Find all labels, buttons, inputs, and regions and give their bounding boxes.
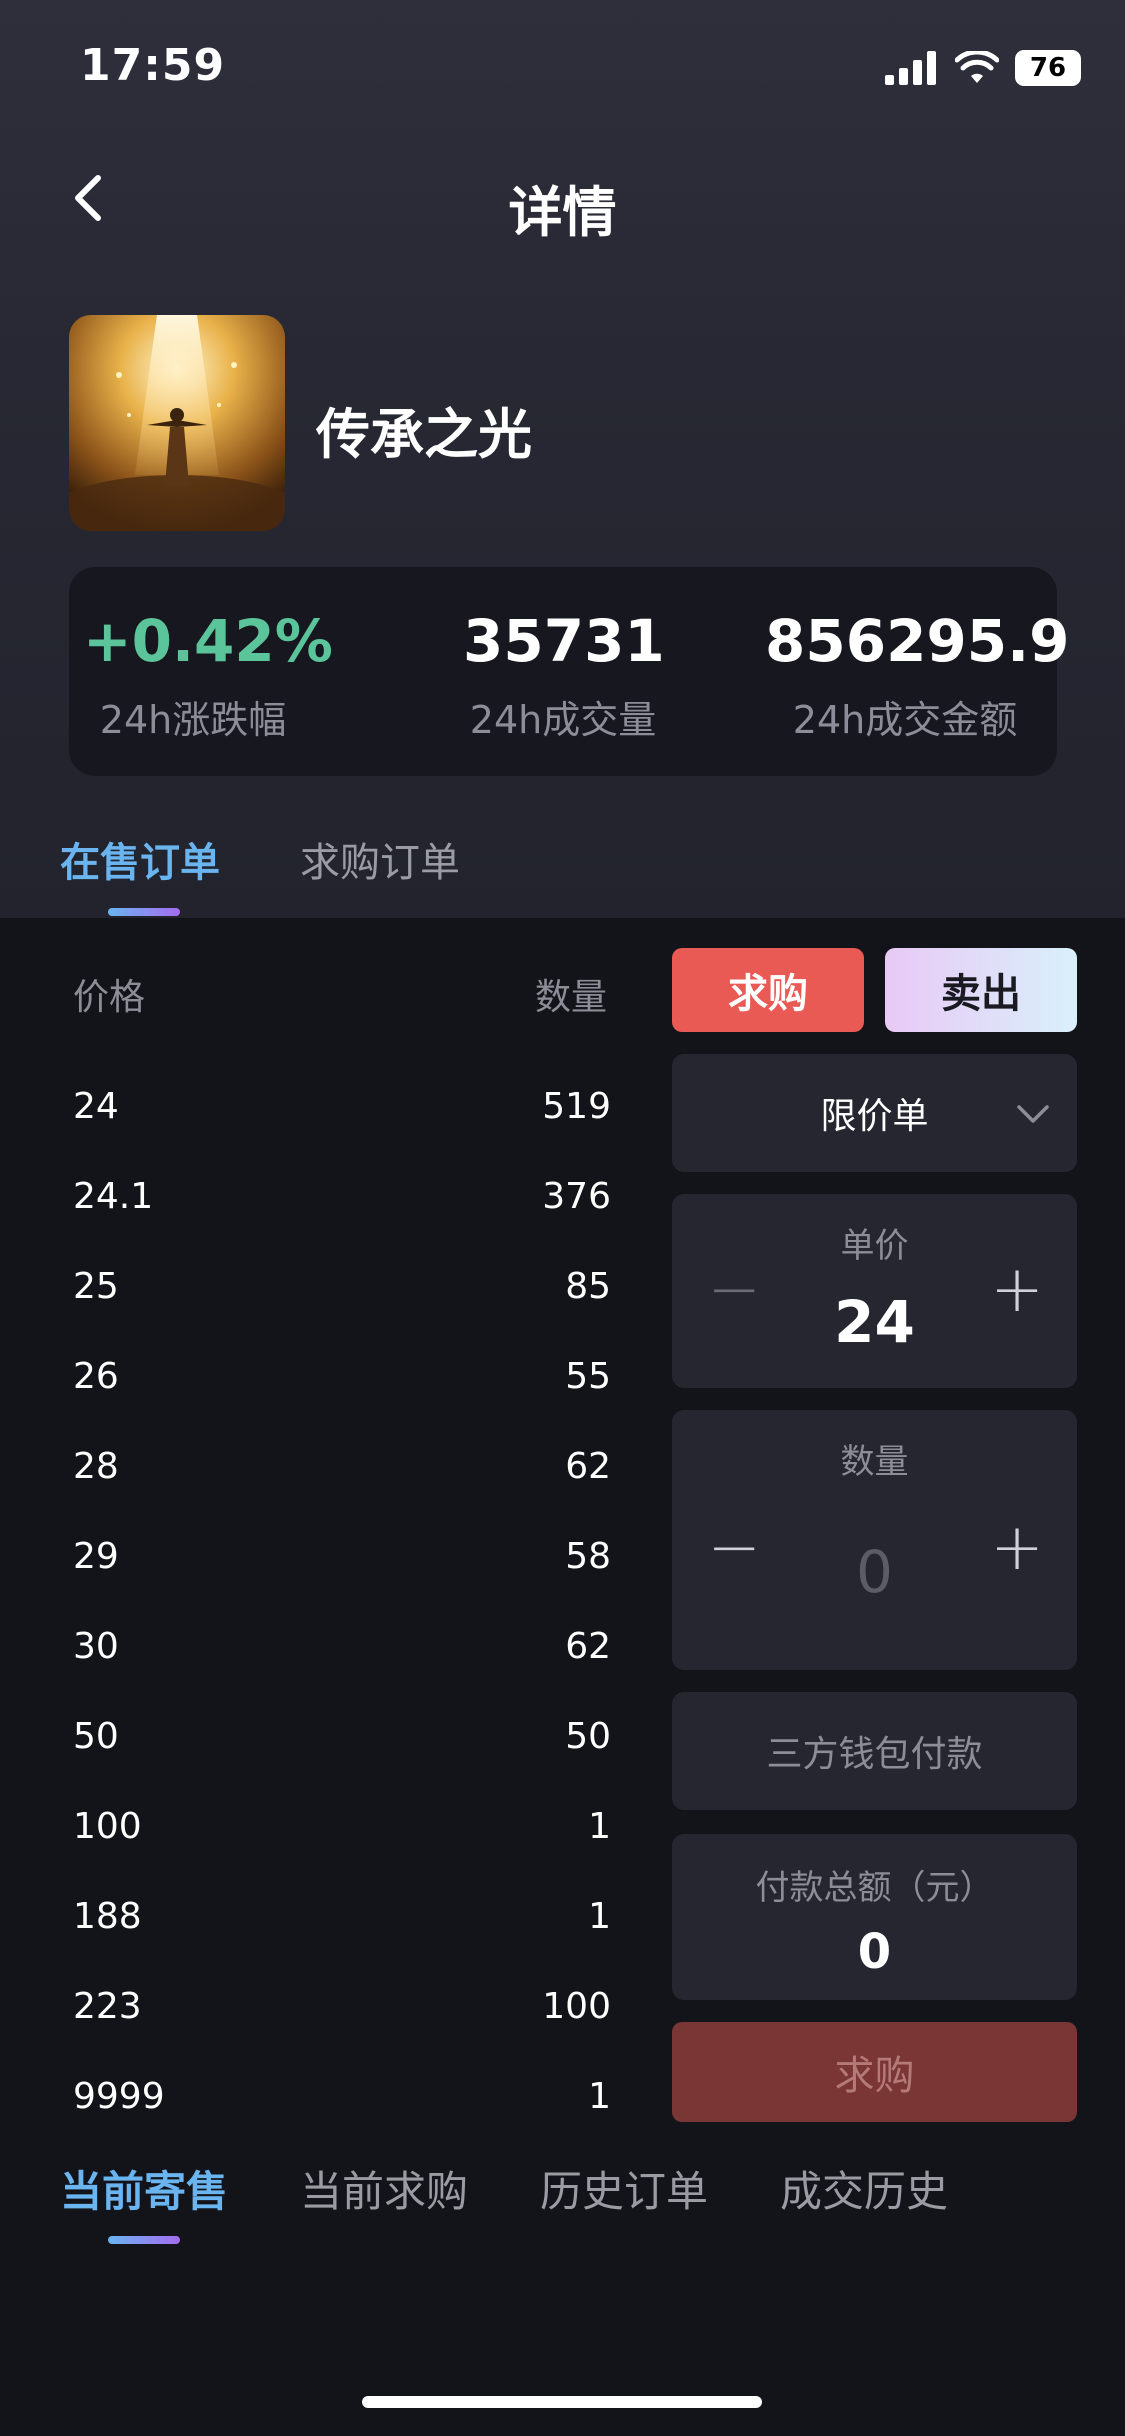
- product-image: [69, 315, 285, 531]
- order-qty: 62: [565, 1446, 611, 1487]
- unit-price-stepper: 单价 24 − +: [672, 1194, 1077, 1388]
- home-indicator: [362, 2396, 762, 2408]
- order-qty: 58: [565, 1536, 611, 1577]
- page-title: 详情: [508, 181, 617, 244]
- nav-bar: 详情: [0, 150, 1125, 246]
- order-qty: 519: [542, 1086, 611, 1127]
- order-row[interactable]: 24 519: [73, 1086, 611, 1176]
- stat-amount: 856295.9 24h成交金额: [765, 607, 1070, 744]
- tab-selling-orders[interactable]: 在售订单: [60, 830, 220, 888]
- order-qty: 1: [588, 1806, 611, 1847]
- chevron-down-icon: [1017, 1105, 1049, 1123]
- buy-toggle-button[interactable]: 求购: [672, 948, 864, 1032]
- order-qty: 1: [588, 2076, 611, 2117]
- stat-change-label: 24h涨跌幅: [99, 698, 287, 742]
- product-name: 传承之光: [316, 403, 532, 466]
- stats-card: +0.42% 24h涨跌幅 35731 24h成交量 856295.9 24h成…: [69, 567, 1070, 776]
- order-price: 24.1: [73, 1176, 154, 1217]
- order-row[interactable]: 188 1: [73, 1896, 611, 1986]
- order-row[interactable]: 223 100: [73, 1986, 611, 2076]
- quantity-label: 数量: [840, 1442, 909, 1482]
- order-row[interactable]: 26 55: [73, 1356, 611, 1446]
- order-price: 100: [73, 1806, 142, 1847]
- sell-toggle-button[interactable]: 卖出: [885, 948, 1077, 1032]
- total-amount-box: 付款总额（元） 0: [672, 1834, 1077, 2000]
- stat-amount-value: 856295.9: [765, 607, 1070, 675]
- order-row[interactable]: 9999 1: [73, 2076, 611, 2166]
- order-price: 28: [73, 1446, 119, 1487]
- order-qty: 376: [542, 1176, 611, 1217]
- price-header: 价格: [73, 977, 146, 1018]
- order-price: 25: [73, 1266, 119, 1307]
- order-type-select[interactable]: 限价单: [672, 1054, 1077, 1172]
- order-row[interactable]: 29 58: [73, 1536, 611, 1626]
- tab-buying-orders[interactable]: 求购订单: [300, 830, 460, 888]
- tab-order-history[interactable]: 历史订单: [540, 2158, 708, 2219]
- order-type-label: 限价单: [820, 1096, 929, 1137]
- submit-buy-button[interactable]: 求购: [672, 2022, 1077, 2122]
- minus-icon[interactable]: −: [704, 1258, 764, 1322]
- stat-change: +0.42% 24h涨跌幅: [83, 607, 333, 744]
- order-price: 188: [73, 1896, 142, 1937]
- battery-indicator: 76: [1015, 50, 1081, 86]
- order-row[interactable]: 30 62: [73, 1626, 611, 1716]
- order-price: 9999: [73, 2076, 165, 2117]
- quantity-stepper: 数量 0 − +: [672, 1410, 1077, 1670]
- status-bar: 17:59 76: [0, 0, 1125, 140]
- order-qty: 55: [565, 1356, 611, 1397]
- stat-change-value: +0.42%: [83, 607, 333, 675]
- order-qty: 50: [565, 1716, 611, 1757]
- order-row[interactable]: 24.1 376: [73, 1176, 611, 1266]
- order-qty: 62: [565, 1626, 611, 1667]
- tab-active-indicator: [108, 908, 180, 916]
- minus-icon[interactable]: −: [704, 1516, 764, 1580]
- order-price: 223: [73, 1986, 142, 2027]
- order-row[interactable]: 100 1: [73, 1806, 611, 1896]
- signal-icon: [885, 51, 936, 85]
- total-amount-label: 付款总额（元）: [755, 1868, 994, 1908]
- order-price: 29: [73, 1536, 119, 1577]
- total-amount-value: 0: [857, 1924, 892, 1980]
- payment-method-select[interactable]: 三方钱包付款: [672, 1692, 1077, 1810]
- plus-icon[interactable]: +: [987, 1258, 1047, 1322]
- order-qty: 100: [542, 1986, 611, 2027]
- order-qty: 85: [565, 1266, 611, 1307]
- order-row[interactable]: 50 50: [73, 1716, 611, 1806]
- order-row[interactable]: 25 85: [73, 1266, 611, 1356]
- plus-icon[interactable]: +: [987, 1516, 1047, 1580]
- order-price: 26: [73, 1356, 119, 1397]
- quantity-header: 数量: [535, 977, 608, 1018]
- stat-amount-label: 24h成交金额: [792, 698, 1018, 742]
- stat-volume: 35731 24h成交量: [463, 607, 665, 744]
- status-icons: 76: [885, 48, 1081, 88]
- tab-active-indicator: [108, 2236, 180, 2244]
- tab-current-buying[interactable]: 当前求购: [300, 2158, 468, 2219]
- order-price: 50: [73, 1716, 119, 1757]
- stat-volume-label: 24h成交量: [469, 698, 657, 742]
- wifi-icon: [955, 51, 999, 83]
- order-row[interactable]: 28 62: [73, 1446, 611, 1536]
- stat-volume-value: 35731: [463, 607, 665, 675]
- order-price: 24: [73, 1086, 119, 1127]
- order-price: 30: [73, 1626, 119, 1667]
- status-time: 17:59: [80, 40, 226, 91]
- tab-current-consignment[interactable]: 当前寄售: [60, 2158, 228, 2219]
- order-qty: 1: [588, 1896, 611, 1937]
- tab-trade-history[interactable]: 成交历史: [780, 2158, 948, 2219]
